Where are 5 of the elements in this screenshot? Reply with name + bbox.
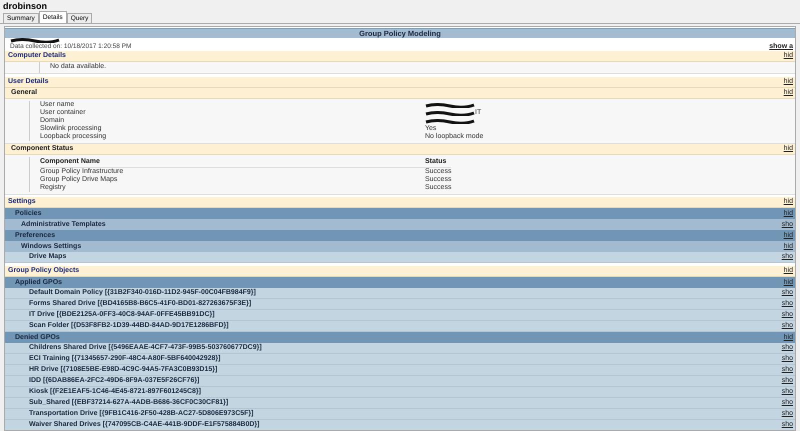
redaction-scribble bbox=[425, 110, 475, 116]
redaction-scribble bbox=[425, 102, 475, 108]
redaction-scribble bbox=[425, 118, 475, 124]
window-title: drobinson bbox=[2, 0, 48, 12]
redaction-scribble bbox=[10, 38, 60, 43]
